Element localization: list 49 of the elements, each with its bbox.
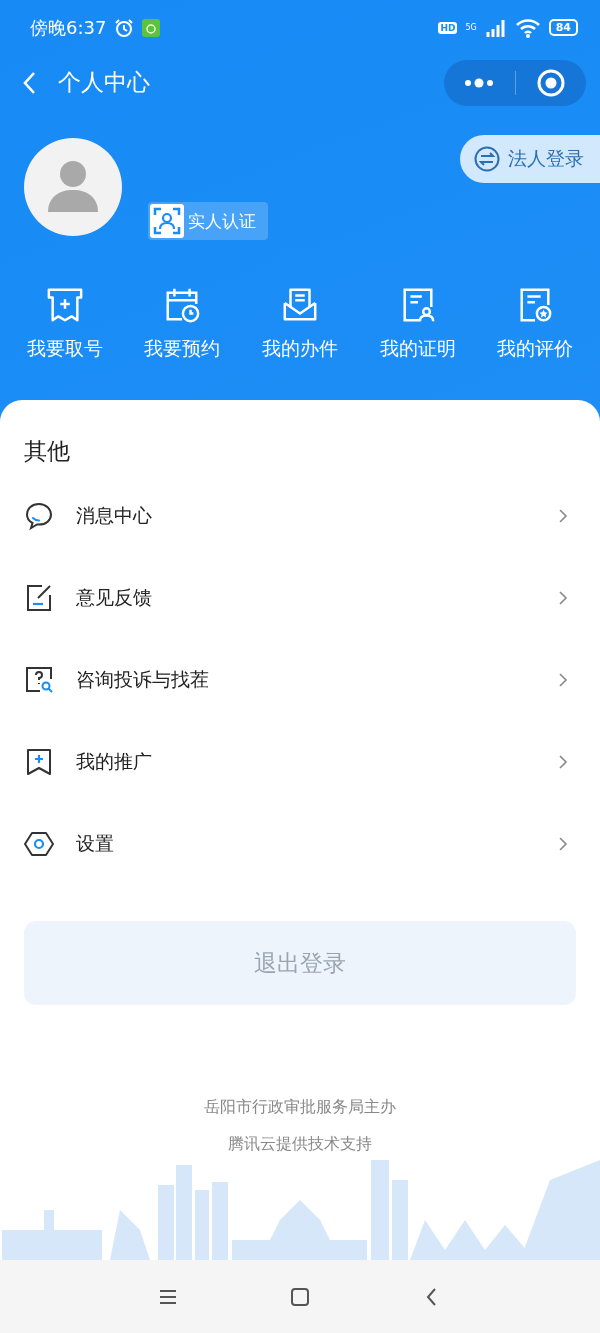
footer-text: 岳阳市行政审批服务局主办 xyxy=(204,1097,396,1118)
person-silhouette-icon xyxy=(46,160,100,212)
more-icon[interactable] xyxy=(463,77,496,88)
chevron-right-icon xyxy=(558,508,568,524)
status-time: 傍晚6:37 xyxy=(30,15,107,40)
legal-login-button[interactable]: 法人登录 xyxy=(460,135,600,183)
face-scan-icon xyxy=(150,204,184,238)
settings-icon xyxy=(24,829,54,859)
menu-item[interactable]: 意见反馈 xyxy=(0,557,600,639)
menu-item[interactable]: 咨询投诉与找茬 xyxy=(0,639,600,721)
verify-label: 实人认证 xyxy=(188,209,256,233)
menu-item[interactable]: 消息中心 xyxy=(0,475,600,557)
edit-note-icon xyxy=(24,583,54,613)
quick-action-label: 我的评价 xyxy=(497,336,574,361)
section-title: 其他 xyxy=(24,437,71,466)
wifi-icon xyxy=(514,17,541,38)
logout-button[interactable]: 退出登录 xyxy=(24,921,576,1005)
quick-action-label: 我的证明 xyxy=(379,336,456,361)
signal-icon xyxy=(484,18,507,37)
footer-text: 腾讯云提供技术支持 xyxy=(228,1134,372,1155)
bookmark-plus-icon xyxy=(24,747,54,777)
close-target-icon[interactable] xyxy=(535,67,566,98)
quick-action[interactable]: 我要取号 xyxy=(6,278,124,376)
home-square-icon[interactable] xyxy=(289,1285,311,1308)
quick-action[interactable]: 我的评价 xyxy=(476,278,594,376)
ticket-icon xyxy=(45,286,84,324)
question-search-icon xyxy=(24,665,54,695)
chevron-right-icon xyxy=(558,590,568,606)
quick-action-label: 我的办件 xyxy=(262,336,338,361)
hd-indicator: HD xyxy=(438,21,458,34)
swap-icon xyxy=(474,146,500,172)
menu-item[interactable]: 我的推广 xyxy=(0,721,600,803)
quick-action-label: 我要预约 xyxy=(144,336,221,361)
alarm-icon xyxy=(114,17,135,38)
app-notification-icon xyxy=(142,18,161,37)
network-type: 5G xyxy=(465,23,477,32)
chat-bubble-icon xyxy=(24,501,54,531)
quick-action[interactable]: 我的证明 xyxy=(358,278,477,376)
page-title: 个人中心 xyxy=(58,68,150,97)
quick-action[interactable]: 我的办件 xyxy=(241,278,359,376)
back-icon[interactable] xyxy=(22,70,36,95)
quick-action[interactable]: 我要预约 xyxy=(123,278,242,376)
quick-action-label: 我要取号 xyxy=(26,336,103,361)
menu-item[interactable]: 设置 xyxy=(0,803,600,885)
battery-level: 84 xyxy=(548,19,578,36)
verify-badge[interactable]: 实人认证 xyxy=(148,202,268,240)
chevron-right-icon xyxy=(558,672,568,688)
chevron-right-icon xyxy=(558,836,568,852)
chevron-right-icon xyxy=(558,754,568,770)
